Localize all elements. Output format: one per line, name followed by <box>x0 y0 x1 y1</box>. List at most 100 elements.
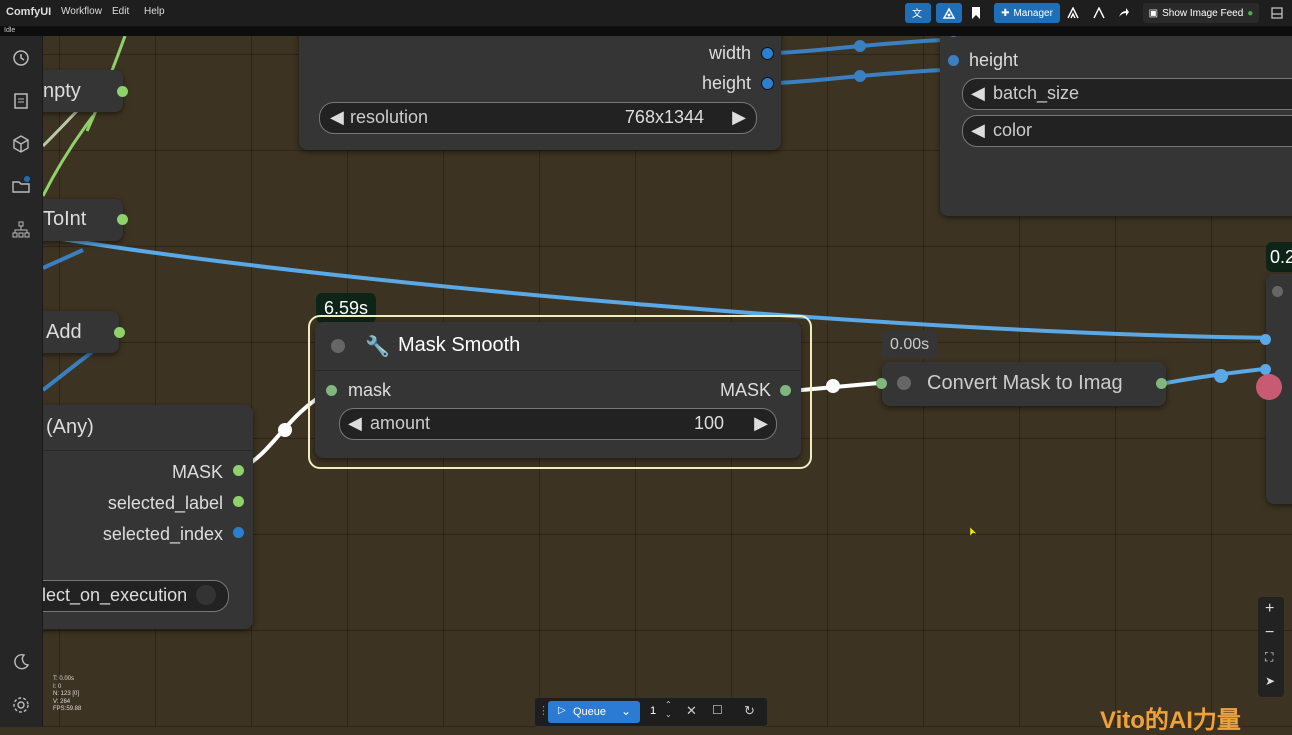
convert-collapse-icon[interactable] <box>897 376 911 390</box>
model-icon[interactable] <box>1064 3 1082 23</box>
color-decrement-icon[interactable]: ◀ <box>971 120 985 141</box>
output-selected-label-dot[interactable] <box>233 496 244 507</box>
stat-v: V: 264 <box>53 698 71 705</box>
right-node-input-1[interactable] <box>1260 334 1271 345</box>
amount-value: 100 <box>693 413 724 433</box>
node-batch[interactable]: width height ◀ batch_size ◀ color <box>940 36 1292 216</box>
panel-toggle-icon[interactable] <box>1268 3 1286 23</box>
input-mask-dot[interactable] <box>326 385 337 396</box>
node-any-selector[interactable]: (Any) MASK selected_label selected_index… <box>43 405 253 629</box>
zoom-in-icon[interactable]: + <box>1265 600 1274 618</box>
node-empty-output-dot[interactable] <box>117 86 128 97</box>
output-mask-smooth-dot[interactable] <box>780 385 791 396</box>
right-node-translate-icon[interactable] <box>1256 374 1282 400</box>
workflows-folder-icon[interactable] <box>11 176 31 196</box>
locate-icon[interactable]: ➤ <box>1265 674 1275 688</box>
convert-output-dot[interactable] <box>1156 378 1167 389</box>
settings-gear-icon[interactable] <box>11 695 31 715</box>
resolution-decrement-icon[interactable]: ◀ <box>330 107 344 128</box>
widget-resolution[interactable]: ◀ resolution 768x1344 ▶ <box>319 102 757 134</box>
widget-color[interactable]: ◀ color <box>962 115 1292 147</box>
status-text: Idle <box>4 27 16 34</box>
stop-icon[interactable]: ☐ <box>712 703 723 717</box>
model-library-icon[interactable] <box>11 134 31 154</box>
input-width-dot[interactable] <box>948 36 959 37</box>
node-right-partial[interactable] <box>1256 274 1292 504</box>
stat-n: N: 123 [0] <box>53 691 80 697</box>
resolution-label: resolution <box>350 107 429 127</box>
zoom-out-icon[interactable]: − <box>1265 624 1274 642</box>
input-height-dot[interactable] <box>948 55 959 66</box>
queue-count-stepper[interactable]: ⌃ ⌄ <box>665 700 672 720</box>
menu-help[interactable]: Help <box>144 6 165 17</box>
show-image-feed-button[interactable]: ▣ Show Image Feed ● <box>1143 3 1259 23</box>
output-selected-index: selected_index <box>102 524 223 544</box>
manager-button[interactable]: ✚ Manager <box>994 3 1060 23</box>
reroute-mask-out <box>826 379 840 393</box>
image-feed-label: Show Image Feed <box>1162 7 1244 19</box>
node-resolution[interactable]: width height ◀ resolution 768x1344 ▶ <box>299 36 781 150</box>
mask-smooth-collapse-icon[interactable] <box>331 339 345 353</box>
queue-count-input[interactable]: 1 <box>650 705 656 717</box>
widget-amount[interactable]: ◀ amount 100 ▶ <box>339 408 777 440</box>
graph-canvas[interactable]: npty ToInt Add (Any) MASK selected_label… <box>43 36 1292 727</box>
stat-fps: FPS:59.88 <box>53 706 82 712</box>
cancel-icon[interactable]: ✕ <box>686 703 697 719</box>
history-icon[interactable] <box>11 48 31 68</box>
batch-size-label: batch_size <box>993 83 1080 103</box>
dark-mode-icon[interactable] <box>11 652 31 672</box>
wrench-icon: 🔧 <box>365 336 390 358</box>
translate-icon[interactable]: 文 <box>905 3 931 23</box>
color-label: color <box>993 120 1033 140</box>
share-icon[interactable] <box>1115 3 1133 23</box>
mouse-cursor-icon <box>969 526 978 537</box>
menu-edit[interactable]: Edit <box>112 6 129 17</box>
node-empty[interactable]: npty <box>43 70 128 112</box>
amount-decrement-icon[interactable]: ◀ <box>348 413 362 434</box>
node-add-output-dot[interactable] <box>114 327 125 338</box>
queue-button[interactable]: ▷ Queue ⌄ <box>548 701 640 723</box>
fit-view-icon[interactable]: ⛶ <box>1265 650 1273 665</box>
input-mask-label: mask <box>348 380 392 400</box>
toggle-label: lect_on_execution <box>43 585 188 605</box>
node-toint-output-dot[interactable] <box>117 214 128 225</box>
node-mask-smooth[interactable]: 🔧 Mask Smooth mask MASK ◀ amount 100 ▶ <box>315 322 801 458</box>
node-toint[interactable]: ToInt <box>43 199 128 241</box>
node-convert-mask-to-image[interactable]: Convert Mask to Imag <box>876 362 1167 406</box>
output-height-dot[interactable] <box>761 77 774 90</box>
toggle-select-on-execution[interactable]: lect_on_execution <box>43 580 229 612</box>
status-strip: Idle <box>0 27 1292 36</box>
right-node-collapse-icon[interactable] <box>1272 286 1283 297</box>
model-alt-icon[interactable] <box>1090 3 1108 23</box>
menu-workflow[interactable]: Workflow <box>61 6 102 17</box>
link-blue-short-1 <box>43 248 84 270</box>
queue-list-icon[interactable] <box>11 91 31 111</box>
toggle-knob[interactable] <box>196 585 216 605</box>
output-mask-dot[interactable] <box>233 465 244 476</box>
widget-batch-size[interactable]: ◀ batch_size <box>962 78 1292 110</box>
reroute-image-out <box>1214 369 1228 383</box>
node-add[interactable]: Add <box>43 311 125 353</box>
node-map-icon[interactable] <box>936 3 962 23</box>
output-selected-index-dot[interactable] <box>233 527 244 538</box>
node-library-icon[interactable] <box>11 220 31 240</box>
queue-toolbar: ⋮ ▷ Queue ⌄ 1 ⌃ ⌄ ✕ ☐ ↻ <box>534 697 768 727</box>
stat-t: T: 0.00s <box>53 676 75 682</box>
right-node-time-badge: 0.2 <box>1266 242 1292 272</box>
bookmark-icon[interactable] <box>966 3 986 23</box>
resolution-increment-icon[interactable]: ▶ <box>732 107 746 128</box>
output-selected-label: selected_label <box>107 493 223 513</box>
mask-smooth-title: Mask Smooth <box>398 334 521 356</box>
amount-label: amount <box>370 413 431 433</box>
convert-input-dot[interactable] <box>876 378 887 389</box>
batch-size-decrement-icon[interactable]: ◀ <box>971 83 985 104</box>
puzzle-icon: ✚ <box>1001 7 1010 19</box>
sidebar <box>0 36 43 727</box>
refresh-icon[interactable]: ↻ <box>744 703 755 719</box>
app-brand: ComfyUI <box>6 6 52 18</box>
reroute-dot-1 <box>854 40 866 52</box>
amount-increment-icon[interactable]: ▶ <box>754 413 768 434</box>
top-menubar: ComfyUI Workflow Edit Help 文 ✚ Manager ▣… <box>0 0 1292 27</box>
output-width-dot[interactable] <box>761 47 774 60</box>
chevron-down-icon[interactable]: ⌄ <box>621 704 631 718</box>
